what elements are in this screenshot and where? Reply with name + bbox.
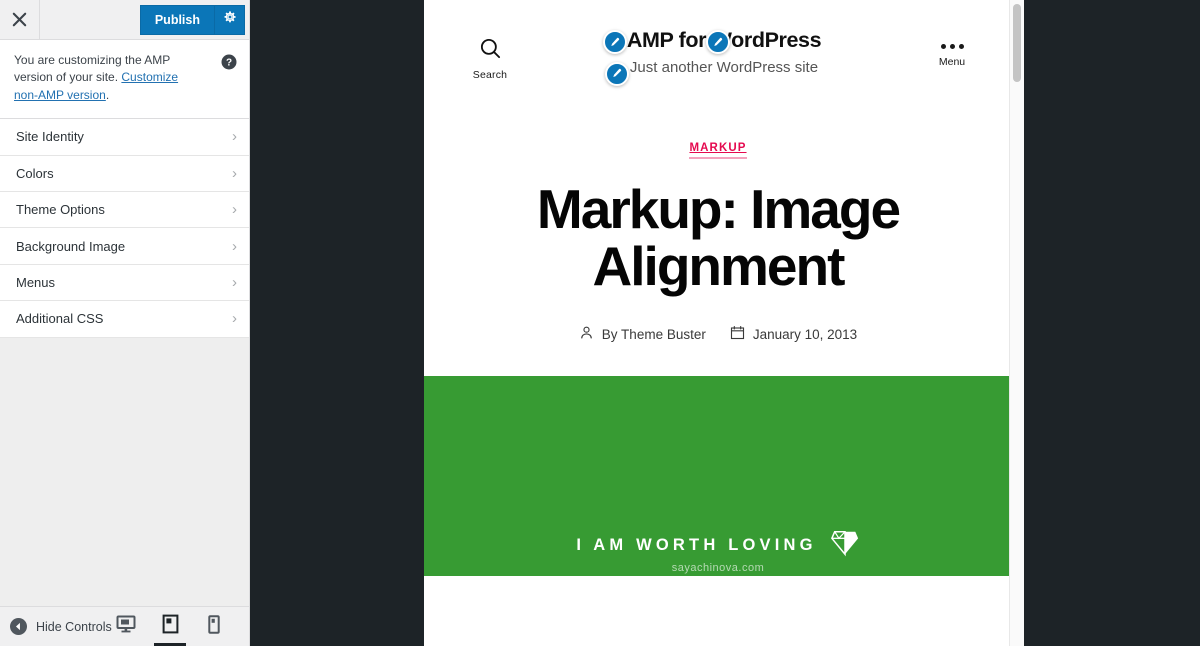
sidebar-item-colors[interactable]: Colors › <box>0 155 249 192</box>
customizer-footer: Hide Controls <box>0 606 249 646</box>
hide-controls-button[interactable]: Hide Controls <box>10 618 112 635</box>
device-mobile-button[interactable] <box>201 607 227 646</box>
sidebar-item-label: Menus <box>16 274 56 290</box>
sidebar-item-label: Site Identity <box>16 129 84 145</box>
sidebar-item-menus[interactable]: Menus › <box>0 264 249 302</box>
featured-image-url: sayachinova.com <box>671 562 765 575</box>
person-icon <box>579 325 594 343</box>
amp-notice-text: You are customizing the AMP version of y… <box>14 52 204 104</box>
calendar-icon <box>730 325 745 343</box>
post-date: January 10, 2013 <box>730 325 857 343</box>
publish-group: Publish <box>139 0 249 39</box>
customizer-header: Publish <box>0 0 249 40</box>
post-meta: By Theme Buster January 10, 2013 <box>464 325 972 343</box>
featured-image-text: I AM WORTH LOVING <box>576 536 817 555</box>
svg-text:?: ? <box>226 58 232 69</box>
featured-image-caption: I AM WORTH LOVING <box>424 528 1012 563</box>
sidebar-item-label: Background Image <box>16 238 126 254</box>
sidebar-item-site-identity[interactable]: Site Identity › <box>0 119 249 156</box>
gear-icon <box>223 10 237 29</box>
notice-text-after: . <box>105 87 110 102</box>
chevron-right-icon: › <box>232 164 237 182</box>
publish-settings-button[interactable] <box>215 4 245 35</box>
page-title: Markup: Image Alignment <box>536 178 901 298</box>
header-spacer <box>40 0 140 39</box>
chevron-right-icon: › <box>232 128 237 146</box>
preview-scrollbar-thumb[interactable] <box>1013 4 1021 82</box>
ellipsis-icon <box>940 44 964 49</box>
edit-site-title-badge[interactable] <box>602 30 627 54</box>
customizer-panel-list: Site Identity › Colors › Theme Options ›… <box>0 119 249 338</box>
site-title[interactable]: AMP for WordPress <box>602 28 822 54</box>
preview-area: Search AMP for WordPress Just another Wo… <box>250 0 1200 646</box>
site-tagline-text: Just another WordPress site <box>629 58 819 76</box>
post-author: By Theme Buster <box>579 325 706 343</box>
sidebar-item-background-image[interactable]: Background Image › <box>0 228 249 265</box>
sidebar-item-theme-options[interactable]: Theme Options › <box>0 191 249 229</box>
site-search-button[interactable]: Search <box>454 37 526 81</box>
site-search-label: Search <box>472 69 508 81</box>
customizer-app: Publish You are customizing the AMP vers… <box>0 0 1200 646</box>
post-author-name: By Theme Buster <box>601 326 706 342</box>
mobile-icon <box>208 614 220 639</box>
edit-site-title-badge-2[interactable] <box>705 30 730 54</box>
chevron-right-icon: › <box>232 310 237 328</box>
pencil-icon <box>714 37 723 46</box>
device-desktop-button[interactable] <box>113 607 139 646</box>
desktop-icon <box>116 615 136 638</box>
site-branding: AMP for WordPress Just another WordPress… <box>526 28 922 86</box>
collapse-arrow-icon <box>10 618 27 635</box>
device-tablet-button[interactable] <box>154 607 186 646</box>
device-preview-group <box>113 607 239 646</box>
hide-controls-label: Hide Controls <box>36 619 112 634</box>
sidebar-item-label: Additional CSS <box>16 311 104 327</box>
help-icon[interactable]: ? <box>221 54 237 70</box>
sidebar-item-additional-css[interactable]: Additional CSS › <box>0 301 249 338</box>
diamond-heart-icon <box>830 528 860 563</box>
close-icon <box>12 12 27 27</box>
publish-button[interactable]: Publish <box>139 4 215 35</box>
site-tagline[interactable]: Just another WordPress site <box>604 58 819 86</box>
edit-tagline-badge[interactable] <box>604 61 629 86</box>
featured-image: I AM WORTH LOVING sayachinova.com <box>424 376 1012 577</box>
amp-notice: You are customizing the AMP version of y… <box>0 40 249 120</box>
site-menu-button[interactable]: Menu <box>922 44 982 68</box>
site-preview-frame[interactable]: Search AMP for WordPress Just another Wo… <box>424 0 1024 646</box>
chevron-right-icon: › <box>232 273 237 291</box>
site-menu-label: Menu <box>938 56 966 68</box>
close-customizer-button[interactable] <box>0 0 40 39</box>
preview-scrollbar[interactable] <box>1009 0 1024 646</box>
post-category-link[interactable]: MARKUP <box>689 142 747 159</box>
pencil-icon <box>611 37 620 46</box>
site-header: Search AMP for WordPress Just another Wo… <box>424 0 1012 104</box>
sidebar-item-label: Theme Options <box>16 202 105 218</box>
chevron-right-icon: › <box>232 201 237 219</box>
post-date-text: January 10, 2013 <box>752 326 858 342</box>
pencil-icon <box>613 69 622 78</box>
post-article: MARKUP Markup: Image Alignment By Theme … <box>424 104 1012 343</box>
tablet-icon <box>162 614 179 639</box>
sidebar-item-label: Colors <box>16 165 54 181</box>
sidebar-empty-space <box>0 337 249 606</box>
previewed-site: Search AMP for WordPress Just another Wo… <box>424 0 1012 646</box>
search-icon <box>479 37 502 65</box>
customizer-sidebar: Publish You are customizing the AMP vers… <box>0 0 250 646</box>
chevron-right-icon: › <box>232 237 237 255</box>
